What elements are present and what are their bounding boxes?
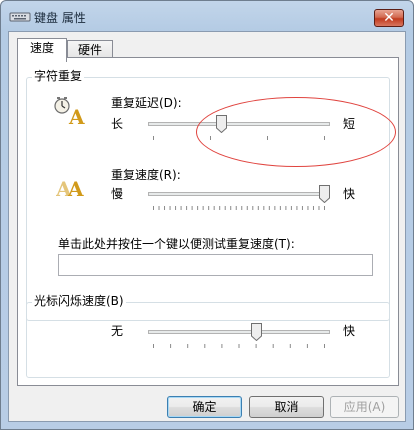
cursor-blink-min-label: 无 — [111, 324, 124, 338]
repeat-rate-min-label: 慢 — [111, 187, 124, 201]
cancel-button[interactable]: 取消 — [249, 396, 324, 418]
svg-text:A: A — [68, 105, 85, 126]
repeat-delay-label: 重复延迟(D): — [111, 96, 182, 110]
title-bar[interactable]: 键盘 属性 ✕ — [1, 1, 413, 31]
repeat-delay-min-label: 长 — [111, 117, 124, 131]
close-button[interactable]: ✕ — [374, 9, 404, 27]
repeat-rate-slider-track — [148, 192, 330, 196]
repeat-rate-slider-ticks — [153, 206, 325, 210]
repeat-rate-slider-thumb[interactable] — [319, 185, 330, 203]
cancel-button-label: 取消 — [274, 400, 299, 414]
keyboard-properties-window: 键盘 属性 ✕ 速度 硬件 字符重复 A 重复延迟(D): 长 短 A A 重复… — [0, 0, 414, 430]
tab-speed-label: 速度 — [29, 41, 54, 55]
close-icon: ✕ — [383, 10, 395, 26]
repeat-rate-icon: A A — [56, 177, 84, 198]
annotation-ring — [196, 97, 396, 167]
tab-hardware-label: 硬件 — [77, 43, 102, 57]
ok-button-label: 确定 — [192, 400, 217, 414]
cursor-blink-slider-thumb[interactable] — [250, 323, 262, 341]
cursor-blink-slider-track — [148, 330, 330, 334]
tab-panel-speed: 字符重复 A 重复延迟(D): 长 短 A A 重复速度(R): 慢 快 单击此… — [17, 57, 399, 386]
tab-speed[interactable]: 速度 — [17, 38, 67, 62]
cursor-blink-slider-ticks — [153, 344, 325, 348]
repeat-test-input[interactable] — [58, 254, 373, 276]
repeat-rate-label: 重复速度(R): — [111, 168, 181, 182]
ok-button[interactable]: 确定 — [167, 396, 242, 418]
char-repeat-group-title: 字符重复 — [32, 69, 85, 83]
cursor-blink-group-title: 光标闪烁速度(B) — [32, 294, 126, 308]
repeat-rate-slider[interactable] — [144, 183, 334, 213]
window-title: 键盘 属性 — [34, 11, 86, 25]
repeat-delay-icon: A — [54, 97, 85, 126]
repeat-test-label: 单击此处并按住一个键以便测试重复速度(T): — [58, 237, 295, 251]
cursor-blink-slider[interactable] — [144, 320, 334, 352]
apply-button-label: 应用(A) — [343, 400, 386, 414]
svg-text:A: A — [67, 177, 84, 198]
cursor-blink-max-label: 快 — [343, 324, 356, 338]
dialog-client-area: 速度 硬件 字符重复 A 重复延迟(D): 长 短 A A 重复速度(R): 慢… — [8, 31, 406, 422]
keyboard-icon — [9, 12, 31, 22]
apply-button: 应用(A) — [330, 396, 399, 418]
repeat-rate-max-label: 快 — [343, 187, 356, 201]
